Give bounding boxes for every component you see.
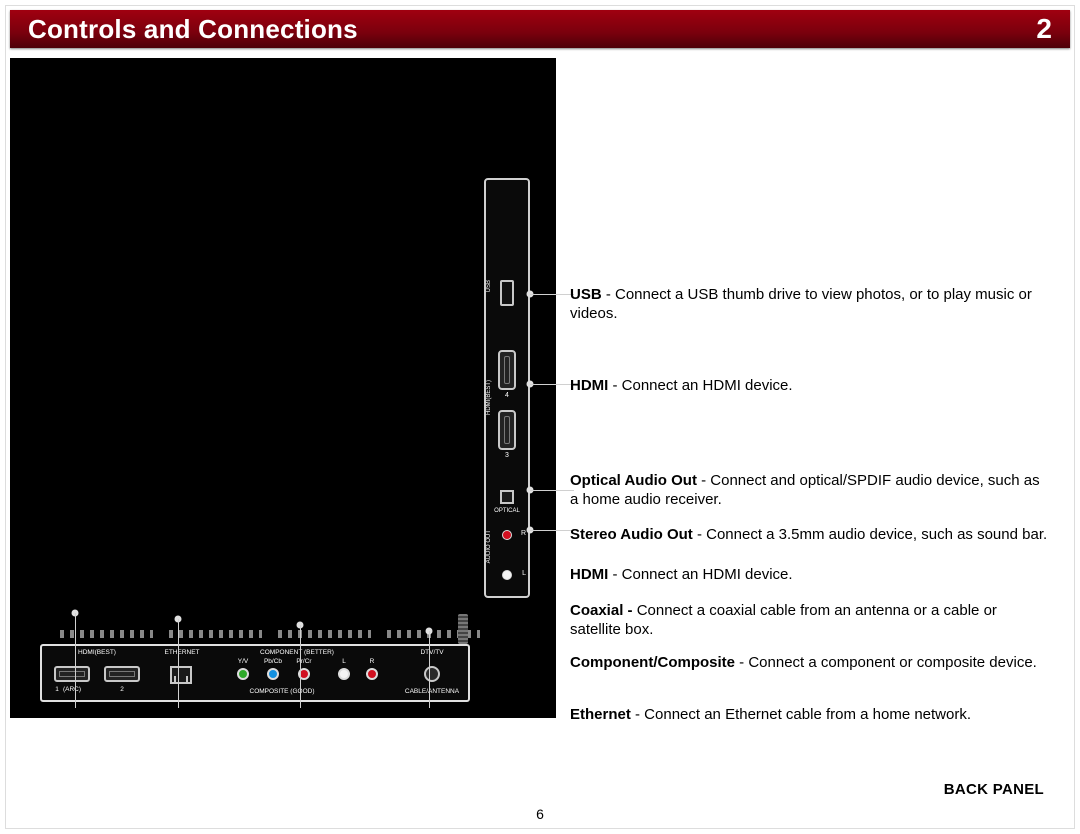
desc-hdmi-side: HDMI - Connect an HDMI device. <box>570 377 1050 396</box>
stereo-r-jack-icon <box>502 530 512 540</box>
desc-coaxial: Coaxial - Connect a coaxial cable from a… <box>570 602 1050 640</box>
desc-stereo: Stereo Audio Out - Connect a 3.5mm audio… <box>570 526 1050 545</box>
label-cable-antenna: CABLE/ANTENNA <box>405 688 459 695</box>
leader-line <box>178 619 179 708</box>
label-pbcb: Pb/Cb <box>264 658 282 665</box>
label-r-side: R <box>521 530 526 537</box>
desc-usb: USB - Connect a USB thumb drive to view … <box>570 286 1050 324</box>
label-hdmi-1: 1 <box>55 686 59 693</box>
vent-marks <box>60 630 480 638</box>
page-number: 6 <box>536 806 544 822</box>
hdmi-4-port-icon <box>498 350 516 390</box>
label-prcr: Pr/Cr <box>296 658 311 665</box>
stereo-l-jack-icon <box>502 570 512 580</box>
label-l: L <box>342 658 346 665</box>
footer-label: BACK PANEL <box>944 781 1044 798</box>
label-optical: OPTICAL <box>494 508 520 514</box>
desc-component: Component/Composite - Connect a componen… <box>570 654 1050 673</box>
rca-r-icon <box>366 668 378 680</box>
illustration-area: USB HDMI(BEST) 4 3 AUDIO OUT OPTICAL R L… <box>10 58 556 718</box>
label-arc: (ARC) <box>63 686 81 693</box>
label-hdmi-best-side: HDMI(BEST) <box>486 380 492 415</box>
hdmi-3-port-icon <box>498 410 516 450</box>
label-dtv: DTV/TV <box>420 649 443 656</box>
side-panel: USB HDMI(BEST) 4 3 AUDIO OUT OPTICAL R L <box>484 178 530 598</box>
coax-thread-icon <box>458 614 468 644</box>
leader-line <box>75 613 76 708</box>
label-component: COMPONENT (BETTER) <box>260 649 334 656</box>
leader-line <box>530 384 574 385</box>
rca-l-icon <box>338 668 350 680</box>
chapter-number: 2 <box>1036 13 1052 45</box>
chapter-header: Controls and Connections 2 <box>10 10 1070 48</box>
optical-port-icon <box>500 490 514 504</box>
leader-line <box>530 294 574 295</box>
label-ethernet: ETHERNET <box>164 649 199 656</box>
rca-pbcb-icon <box>267 668 279 680</box>
rca-yv-icon <box>237 668 249 680</box>
chapter-title: Controls and Connections <box>28 14 358 45</box>
hdmi-2-port-icon <box>104 666 140 682</box>
coax-port-icon <box>424 666 440 682</box>
leader-line <box>530 530 574 531</box>
leader-line <box>429 631 430 708</box>
label-r: R <box>370 658 375 665</box>
label-hdmi-2: 2 <box>120 686 124 693</box>
label-hdmi-best-bottom: HDMI(BEST) <box>78 649 116 656</box>
label-yv: Y/V <box>238 658 248 665</box>
label-audio-out: AUDIO OUT <box>486 530 492 563</box>
bottom-panel: HDMI(BEST) 1 (ARC) 2 ETHERNET COMPONENT … <box>40 644 470 702</box>
label-usb-side: USB <box>486 280 492 292</box>
desc-ethernet: Ethernet - Connect an Ethernet cable fro… <box>570 706 1050 725</box>
hdmi-1-port-icon <box>54 666 90 682</box>
label-hdmi-4: 4 <box>505 392 509 399</box>
label-hdmi-3: 3 <box>505 452 509 459</box>
leader-line <box>300 625 301 708</box>
label-l-side: L <box>522 570 526 577</box>
usb-port-icon <box>500 280 514 306</box>
ethernet-port-icon <box>170 666 192 684</box>
leader-line <box>530 490 574 491</box>
desc-hdmi-bottom: HDMI - Connect an HDMI device. <box>570 566 1050 585</box>
desc-optical: Optical Audio Out - Connect and optical/… <box>570 472 1050 510</box>
label-composite: COMPOSITE (GOOD) <box>250 688 315 695</box>
